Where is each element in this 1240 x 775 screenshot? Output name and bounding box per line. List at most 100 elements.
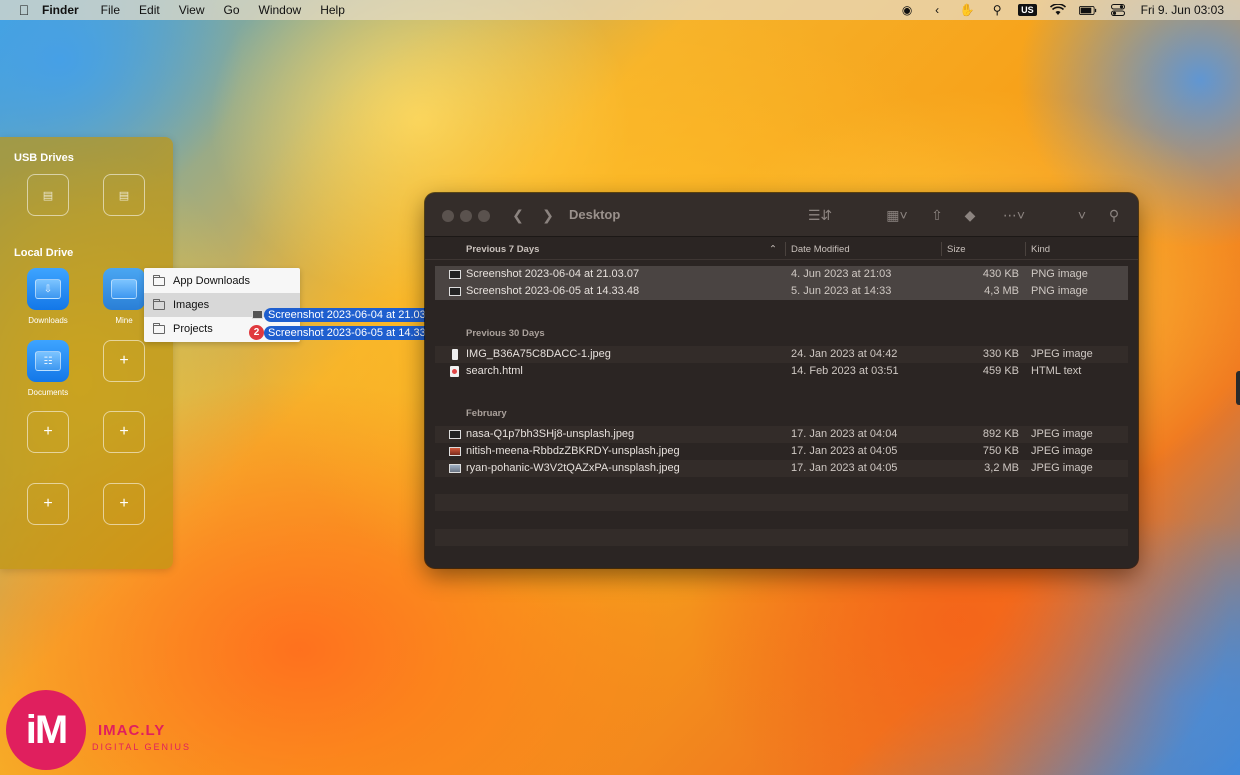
table-row[interactable]: IMG_B36A75C8DACC-1.jpeg 24. Jan 2023 at … (435, 346, 1128, 363)
menubar-clock[interactable]: Fri 9. Jun 03:03 (1141, 3, 1224, 17)
file-name: Screenshot 2023-06-04 at 21.03.07 (466, 268, 640, 280)
file-kind: JPEG image (1031, 445, 1093, 457)
photo-file-icon (449, 464, 461, 473)
menu-help[interactable]: Help (320, 3, 345, 17)
image-file-icon (449, 430, 461, 439)
file-date: 14. Feb 2023 at 03:51 (791, 365, 899, 377)
finder-window: ❮ ❯ Desktop ☰⇵ ▦˅ ⇧ ◆ ⋯˅ ˅ ⚲ Previous 7 … (425, 193, 1138, 568)
table-row[interactable]: nasa-Q1p7bh3SHj8-unsplash.jpeg 17. Jan 2… (435, 426, 1128, 443)
downloads-label: Downloads (28, 316, 68, 325)
forward-chevron-icon[interactable]: ❯ (541, 206, 555, 224)
finder-toolbar: ❮ ❯ Desktop ☰⇵ ▦˅ ⇧ ◆ ⋯˅ ˅ ⚲ (425, 193, 1138, 237)
watermark-tagline: DIGITAL GENIUS (92, 742, 192, 752)
control-center-icon[interactable] (1109, 3, 1127, 17)
file-size: 892 KB (982, 428, 1019, 440)
add-slot-button[interactable]: + (103, 340, 145, 382)
usb-slot-2[interactable]: ▤ (103, 174, 145, 216)
downloads-folder-icon[interactable]: ⇩ (27, 268, 69, 310)
input-source-badge[interactable]: US (1018, 4, 1037, 16)
popup-item-label: App Downloads (173, 275, 251, 287)
column-kind[interactable]: Kind (1031, 244, 1050, 255)
close-button[interactable] (442, 210, 454, 222)
column-name[interactable]: Previous 7 Days (466, 244, 539, 255)
plus-icon: + (43, 495, 53, 512)
menu-app-finder[interactable]: Finder (42, 3, 79, 17)
zoom-button[interactable] (478, 210, 490, 222)
more-actions-icon[interactable]: ⋯˅ (998, 206, 1030, 224)
apple-menu-icon[interactable]:  (16, 2, 32, 18)
mine-folder-icon[interactable] (103, 268, 145, 310)
table-row[interactable]: search.html 14. Feb 2023 at 03:51 459 KB… (435, 363, 1128, 380)
file-date: 24. Jan 2023 at 04:42 (791, 348, 898, 360)
file-kind: JPEG image (1031, 348, 1093, 360)
menu-window[interactable]: Window (259, 3, 302, 17)
menu-go[interactable]: Go (224, 3, 240, 17)
popup-item-app-downloads[interactable]: App Downloads (144, 269, 300, 293)
back-chevron-icon[interactable]: ❮ (511, 206, 525, 224)
minimize-button[interactable] (460, 210, 472, 222)
column-divider[interactable] (941, 242, 942, 256)
file-date: 5. Jun 2023 at 14:33 (791, 285, 892, 297)
plus-icon: + (119, 352, 129, 369)
binoculars-icon[interactable]: ◉ (898, 3, 916, 17)
popup-item-label: Images (173, 299, 210, 311)
group-grid-icon[interactable]: ▦˅ (880, 206, 914, 224)
group-label: Previous 30 Days (466, 328, 545, 339)
wifi-icon[interactable] (1049, 3, 1067, 17)
column-size[interactable]: Size (947, 244, 965, 255)
table-row[interactable]: Screenshot 2023-06-04 at 21.03.07 4. Jun… (435, 266, 1128, 283)
menu-view[interactable]: View (179, 3, 205, 17)
chevron-down-icon[interactable]: ˅ (1075, 206, 1089, 224)
file-name: nasa-Q1p7bh3SHj8-unsplash.jpeg (466, 428, 635, 440)
menu-edit[interactable]: Edit (139, 3, 160, 17)
hand-icon[interactable]: ✋ (958, 3, 976, 17)
column-header: Previous 7 Days ⌃ Date Modified Size Kin… (425, 238, 1138, 260)
documents-folder-icon[interactable]: ☷ (27, 340, 69, 382)
add-slot-button[interactable]: + (103, 483, 145, 525)
tag-icon[interactable]: ◆ (961, 206, 979, 224)
drive-icon: ▤ (42, 189, 54, 202)
add-slot-button[interactable]: + (103, 411, 145, 453)
file-date: 17. Jan 2023 at 04:04 (791, 428, 898, 440)
empty-row (435, 529, 1128, 546)
usb-slot-1[interactable]: ▤ (27, 174, 69, 216)
folder-icon (153, 298, 165, 310)
table-row[interactable]: Screenshot 2023-06-05 at 14.33.48 5. Jun… (435, 283, 1128, 300)
file-size: 330 KB (982, 348, 1019, 360)
share-icon[interactable]: ⇧ (928, 206, 946, 224)
folder-icon (153, 322, 165, 334)
add-slot-button[interactable]: + (27, 483, 69, 525)
search-icon[interactable]: ⚲ (1105, 206, 1123, 224)
add-slot-button[interactable]: + (27, 411, 69, 453)
search-icon[interactable]: ⚲ (988, 3, 1006, 17)
file-size: 3,2 MB (984, 462, 1019, 474)
plus-icon: + (119, 495, 129, 512)
usb-drives-title: USB Drives (14, 152, 74, 164)
battery-icon[interactable] (1078, 3, 1097, 17)
photo-file-icon (449, 447, 461, 456)
local-drive-title: Local Drive (14, 247, 74, 259)
folder-icon (111, 279, 137, 299)
column-date-modified[interactable]: Date Modified (791, 244, 850, 255)
column-divider[interactable] (1025, 242, 1026, 256)
file-name: ryan-pohanic-W3V2tQAZxPA-unsplash.jpeg (466, 462, 680, 474)
file-date: 4. Jun 2023 at 21:03 (791, 268, 892, 280)
popup-item-label: Projects (173, 323, 213, 335)
drive-icon: ▤ (118, 189, 130, 202)
file-name: nitish-meena-RbbdzZBKRDY-unsplash.jpeg (466, 445, 680, 457)
menu-file[interactable]: File (101, 3, 120, 17)
dock-edge-handle[interactable] (1236, 371, 1240, 405)
list-view-icon[interactable]: ☰⇵ (803, 206, 837, 224)
table-row[interactable]: ryan-pohanic-W3V2tQAZxPA-unsplash.jpeg 1… (435, 460, 1128, 477)
table-row[interactable]: nitish-meena-RbbdzZBKRDY-unsplash.jpeg 1… (435, 443, 1128, 460)
file-size: 4,3 MB (984, 285, 1019, 297)
image-file-icon (449, 287, 461, 296)
watermark-name: IMAC.LY (98, 722, 166, 739)
sort-chevron-icon[interactable]: ⌃ (769, 244, 777, 255)
window-title: Desktop (569, 207, 621, 222)
chevron-left-icon[interactable]: ‹ (928, 3, 946, 17)
empty-row (435, 494, 1128, 511)
column-divider[interactable] (785, 242, 786, 256)
imacly-logo: iM (6, 690, 86, 770)
file-kind: JPEG image (1031, 462, 1093, 474)
